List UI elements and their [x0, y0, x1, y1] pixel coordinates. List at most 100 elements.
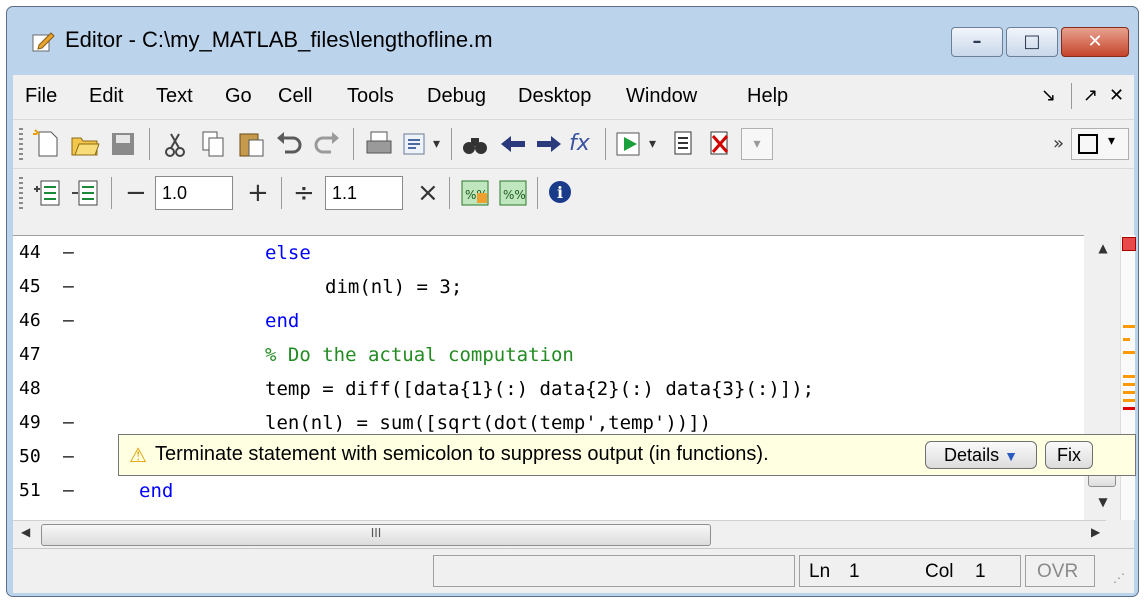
line-value: 1: [849, 561, 860, 582]
new-file-icon[interactable]: [31, 128, 63, 160]
redo-icon[interactable]: [311, 128, 343, 160]
editor-icon: [32, 32, 55, 52]
dock-icon[interactable]: ↘: [1041, 85, 1056, 106]
code-line[interactable]: 47 % Do the actual computation: [13, 344, 1083, 378]
undock-icon[interactable]: ↗: [1083, 85, 1098, 106]
warning-marker[interactable]: [1123, 375, 1135, 378]
run-icon[interactable]: [613, 128, 645, 160]
fix-button[interactable]: Fix: [1045, 441, 1093, 469]
evaluate-cell-advance-icon[interactable]: %%: [497, 177, 529, 209]
error-marker[interactable]: [1123, 407, 1135, 410]
back-arrow-icon[interactable]: [497, 128, 529, 160]
multiply-icon[interactable]: ×: [417, 177, 439, 209]
maximize-button[interactable]: □: [1006, 27, 1058, 57]
resize-grip-icon[interactable]: ⋰: [1113, 571, 1125, 585]
open-folder-icon[interactable]: [69, 128, 101, 160]
scroll-up-icon[interactable]: ▲: [1090, 241, 1116, 263]
function-browser-icon[interactable]: fx: [569, 128, 590, 160]
stack-dropdown[interactable]: ▾: [741, 128, 773, 160]
code-line[interactable]: 48 temp = diff([data{1}(:) data{2}(:) dat…: [13, 378, 1083, 412]
details-button[interactable]: Details ▼: [925, 441, 1037, 469]
toolbar-grip[interactable]: [19, 177, 23, 209]
breakpoint-icon[interactable]: [667, 128, 699, 160]
clear-breakpoints-icon[interactable]: [703, 128, 735, 160]
run-dropdown-icon[interactable]: ▾: [649, 128, 656, 160]
publish-icon[interactable]: [399, 128, 431, 160]
code-line[interactable]: 44 – else: [13, 242, 1083, 276]
warning-marker[interactable]: [1123, 383, 1135, 386]
print-icon[interactable]: [363, 128, 395, 160]
line-number: 46: [19, 310, 41, 331]
scroll-left-icon[interactable]: ◀: [21, 525, 30, 539]
code-text: % Do the actual computation: [265, 344, 574, 366]
menu-window[interactable]: Window: [626, 85, 697, 108]
insert-cell-divider-icon[interactable]: [31, 177, 63, 209]
toolbar-separator: [281, 177, 282, 209]
decrement-icon[interactable]: −: [125, 177, 147, 209]
forward-arrow-icon[interactable]: [533, 128, 565, 160]
status-bar: Ln 1 Col 1 OVR ⋰: [13, 548, 1134, 593]
breakpoint-marker[interactable]: –: [63, 446, 74, 467]
menu-text[interactable]: Text: [156, 85, 193, 108]
breakpoint-marker[interactable]: –: [63, 310, 74, 331]
code-text: else: [265, 242, 311, 264]
code-line[interactable]: 46 – end: [13, 310, 1083, 344]
toolbar-grip[interactable]: [19, 128, 23, 160]
warning-marker[interactable]: [1123, 351, 1135, 354]
code-line[interactable]: 51 – end: [13, 480, 1083, 514]
cursor-position-cell: [799, 555, 1021, 587]
menu-close-icon[interactable]: ✕: [1109, 85, 1124, 106]
save-icon[interactable]: [107, 128, 139, 160]
menu-desktop[interactable]: Desktop: [518, 85, 591, 108]
menu-go[interactable]: Go: [225, 85, 252, 108]
line-number: 45: [19, 276, 41, 297]
code-text: temp = diff([data{1}(:) data{2}(:) data{…: [265, 378, 815, 400]
toolbar-separator: [111, 177, 112, 209]
layout-selector[interactable]: ▾: [1071, 128, 1129, 160]
breakpoint-marker[interactable]: –: [63, 276, 74, 297]
evaluate-cell-icon[interactable]: %%: [459, 177, 491, 209]
breakpoint-marker[interactable]: –: [63, 242, 74, 263]
warning-marker[interactable]: [1123, 391, 1135, 394]
find-icon[interactable]: [459, 128, 491, 160]
menu-cell[interactable]: Cell: [278, 85, 312, 108]
cell-value-input[interactable]: 1.0: [155, 176, 233, 210]
menu-debug[interactable]: Debug: [427, 85, 486, 108]
window-title: Editor - C:\my_MATLAB_files\lengthofline…: [65, 27, 493, 52]
code-editor[interactable]: 44 – else 45 – dim(nl) = 3; 46 – end 47 % Do the a…: [13, 235, 1106, 521]
menu-tools[interactable]: Tools: [347, 85, 394, 108]
undo-icon[interactable]: [273, 128, 305, 160]
toolbar-separator: [353, 128, 354, 160]
horizontal-scrollbar[interactable]: ◀ III ▶: [13, 520, 1106, 549]
toolbar-overflow-icon[interactable]: »: [1053, 128, 1064, 160]
menu-bar: File Edit Text Go Cell Tools Debug Deskt…: [13, 75, 1134, 119]
increment-icon[interactable]: +: [247, 177, 269, 209]
scroll-right-icon[interactable]: ▶: [1091, 525, 1100, 539]
copy-icon[interactable]: [197, 128, 229, 160]
breakpoint-marker[interactable]: –: [63, 412, 74, 433]
maximize-icon: □: [1023, 31, 1041, 52]
paste-icon[interactable]: [235, 128, 267, 160]
title-bar[interactable]: Editor - C:\my_MATLAB_files\lengthofline…: [7, 7, 1138, 75]
error-status-indicator[interactable]: [1122, 237, 1136, 251]
menu-file[interactable]: File: [25, 85, 57, 108]
menu-edit[interactable]: Edit: [89, 85, 123, 108]
toolbar-separator: [451, 128, 452, 160]
breakpoint-marker[interactable]: –: [63, 480, 74, 501]
cut-icon[interactable]: [159, 128, 191, 160]
vertical-scrollbar[interactable]: ▲ ▼: [1084, 235, 1120, 520]
minimize-button[interactable]: –: [951, 27, 1003, 57]
divide-icon[interactable]: ÷: [293, 177, 315, 209]
warning-marker[interactable]: [1123, 338, 1130, 341]
close-button[interactable]: ✕: [1061, 27, 1129, 57]
cell-divisor-input[interactable]: 1.1: [325, 176, 403, 210]
menu-help[interactable]: Help: [747, 85, 788, 108]
horizontal-scroll-thumb[interactable]: III: [41, 524, 711, 546]
code-line[interactable]: 45 – dim(nl) = 3;: [13, 276, 1083, 310]
info-icon[interactable]: i: [545, 177, 577, 209]
warning-marker[interactable]: [1123, 399, 1135, 402]
remove-cell-divider-icon[interactable]: [69, 177, 101, 209]
publish-dropdown-icon[interactable]: ▾: [433, 128, 440, 160]
warning-marker[interactable]: [1123, 325, 1135, 328]
scroll-down-icon[interactable]: ▼: [1090, 495, 1116, 515]
